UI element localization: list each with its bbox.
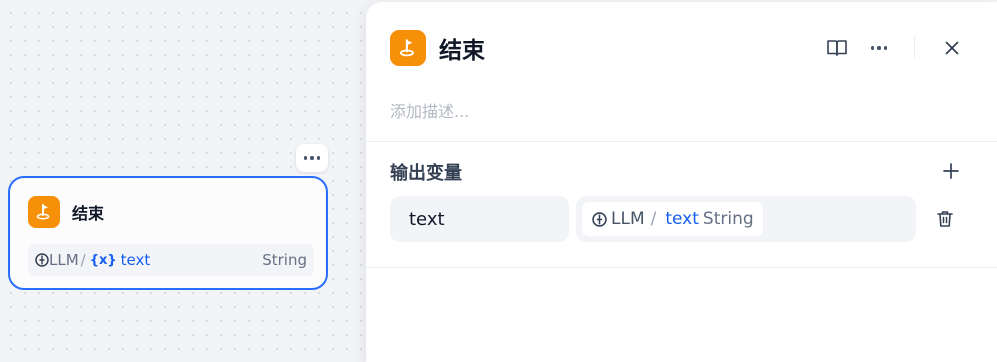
llm-icon <box>35 253 49 267</box>
variable-icon: {x} <box>89 252 117 268</box>
end-node-icon <box>28 196 60 228</box>
node-title: 结束 <box>72 204 105 223</box>
panel-more-button[interactable] <box>865 34 893 62</box>
more-icon <box>870 46 888 50</box>
output-name-field[interactable]: text <box>390 196 569 242</box>
description-input[interactable]: 添加描述... <box>390 98 469 122</box>
variable-name: text <box>665 209 699 229</box>
node-output-variable: LLM / {x} text String <box>28 244 314 276</box>
close-icon <box>945 41 959 55</box>
variable-name: text <box>120 251 151 269</box>
plus-icon <box>943 163 959 179</box>
more-icon <box>303 156 321 160</box>
variable-type: String <box>262 251 307 269</box>
variable-source: LLM <box>611 209 645 229</box>
node-header: 结束 <box>28 196 104 228</box>
section-divider <box>366 141 997 142</box>
variable-source: LLM <box>49 251 79 269</box>
output-section-title: 输出变量 <box>390 163 462 184</box>
panel-title[interactable]: 结束 <box>439 31 485 65</box>
header-divider <box>914 36 915 58</box>
variable-separator: / <box>650 209 657 229</box>
end-node[interactable]: 结束 LLM / {x} text String <box>8 176 328 290</box>
panel-header: 结束 <box>390 30 485 66</box>
variable-type: String <box>702 209 754 229</box>
output-variable-selector[interactable]: LLM / text String <box>576 196 916 242</box>
delete-output-button[interactable] <box>932 206 958 232</box>
trash-icon <box>937 211 953 227</box>
llm-icon <box>592 211 607 227</box>
close-button[interactable] <box>938 34 966 62</box>
node-config-panel: 结束 添加描述... 输出变量 text LLM / text String <box>366 2 997 362</box>
variable-chip[interactable]: LLM / text String <box>582 202 763 236</box>
book-icon <box>827 40 847 56</box>
help-doc-button[interactable] <box>823 34 851 62</box>
variable-separator: / <box>80 251 86 269</box>
node-more-button[interactable] <box>296 144 328 172</box>
add-output-button[interactable] <box>938 158 964 184</box>
end-node-icon <box>390 30 426 66</box>
section-divider <box>366 267 997 268</box>
